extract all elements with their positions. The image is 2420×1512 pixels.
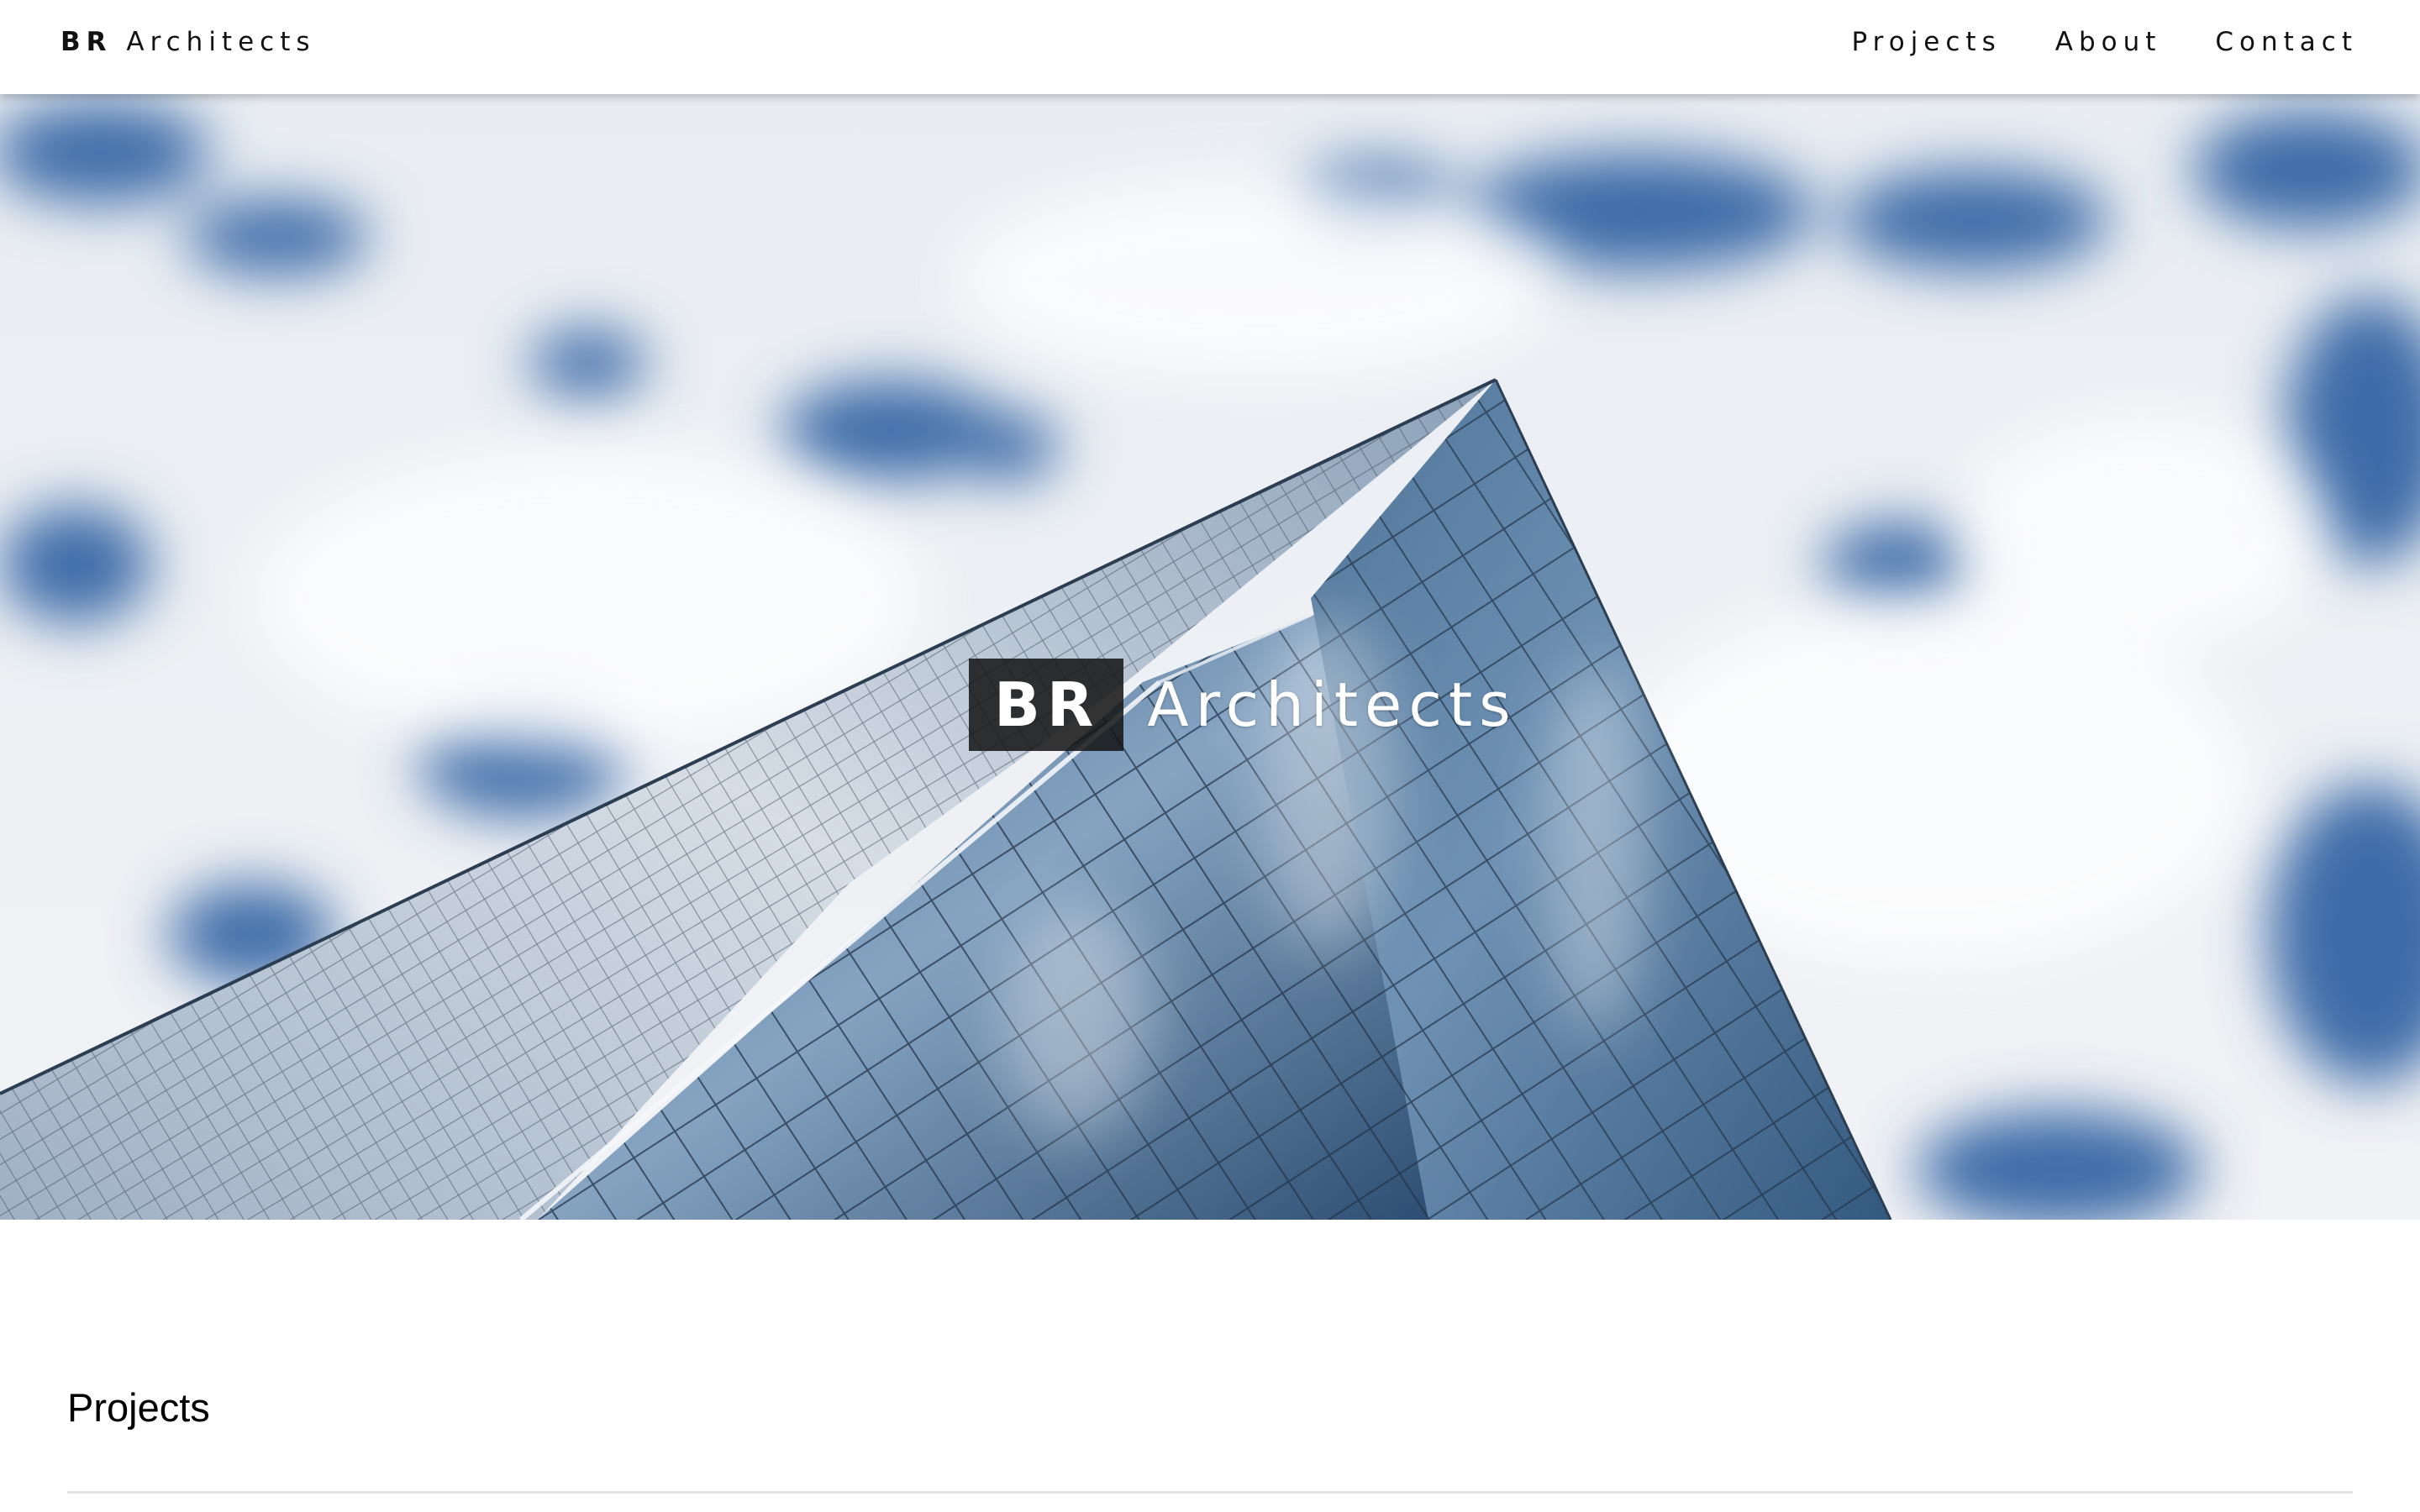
nav-link-about[interactable]: About <box>2055 27 2162 57</box>
nav-links: Projects About Contact <box>1852 27 2358 57</box>
nav-link-projects[interactable]: Projects <box>1852 27 2002 57</box>
brand-logo-link[interactable]: BR Architects <box>60 27 316 57</box>
hero-banner: BR Architects <box>0 94 2420 1220</box>
hero-title-bold: BR <box>969 659 1124 751</box>
hero-image <box>0 94 2420 1220</box>
hero-title: BR Architects <box>969 659 1518 751</box>
hero-title-rest: Architects <box>1147 669 1518 740</box>
section-divider <box>67 1491 2353 1494</box>
projects-heading: Projects <box>67 1385 210 1430</box>
brand-bold: BR <box>60 27 113 57</box>
nav-link-contact[interactable]: Contact <box>2215 27 2358 57</box>
top-navbar: BR Architects Projects About Contact <box>0 0 2420 94</box>
brand-name: Architects <box>126 27 316 57</box>
